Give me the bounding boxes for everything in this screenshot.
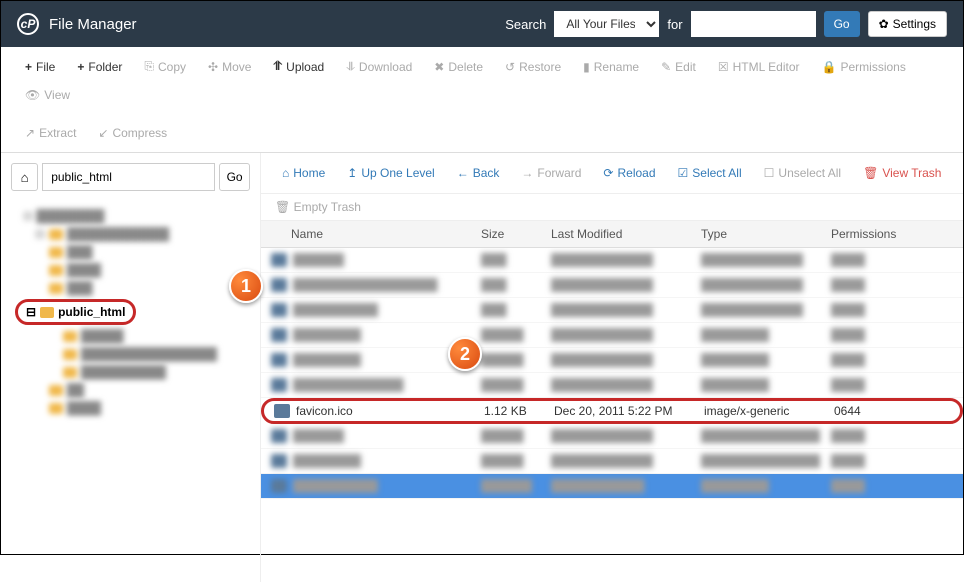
search-input[interactable] bbox=[691, 11, 816, 37]
file-list[interactable]: █████████████████████████████████████ ██… bbox=[261, 248, 963, 582]
nav-reload[interactable]: ⟳Reload bbox=[594, 161, 664, 185]
table-row[interactable]: █████████████████████████████████████ bbox=[261, 348, 963, 373]
table-row[interactable]: █████████████████████████████████████ bbox=[261, 248, 963, 273]
file-button[interactable]: +File bbox=[15, 54, 65, 80]
nav-back[interactable]: ←Back bbox=[448, 161, 509, 185]
col-permissions[interactable]: Permissions bbox=[831, 227, 911, 241]
move-button[interactable]: ✣Move bbox=[198, 54, 261, 80]
file-size: 1.12 KB bbox=[484, 404, 554, 418]
extract-button[interactable]: ↗Extract bbox=[15, 120, 86, 146]
edit-button[interactable]: ✎Edit bbox=[651, 54, 706, 80]
top-bar: cP File Manager Search All Your Files fo… bbox=[1, 1, 963, 47]
cpanel-logo-icon: cP bbox=[17, 13, 39, 35]
delete-button[interactable]: ✖Delete bbox=[424, 54, 493, 80]
path-input[interactable] bbox=[42, 163, 215, 191]
view-button[interactable]: 👁View bbox=[15, 82, 80, 108]
upload-button[interactable]: ⥣Upload bbox=[263, 53, 334, 80]
nav-view-trash[interactable]: 🗑View Trash bbox=[854, 161, 950, 185]
settings-button[interactable]: ✿Settings bbox=[868, 11, 947, 37]
file-type: image/x-generic bbox=[704, 404, 834, 418]
annotation-marker-2: 2 bbox=[448, 337, 482, 371]
folder-tree[interactable]: ⊟ ████████ ⊟ ████████████ ███ ████ ███ ⊟… bbox=[11, 203, 250, 421]
col-type[interactable]: Type bbox=[701, 227, 831, 241]
nav-forward[interactable]: →Forward bbox=[512, 161, 590, 185]
grid-header: Name Size Last Modified Type Permissions bbox=[261, 221, 963, 248]
tree-public-html[interactable]: ⊟ public_html bbox=[15, 299, 136, 325]
table-row-favicon[interactable]: favicon.ico 1.12 KB Dec 20, 2011 5:22 PM… bbox=[261, 398, 963, 424]
download-button[interactable]: ⥥Download bbox=[336, 53, 422, 80]
app-title: File Manager bbox=[49, 16, 137, 33]
file-modified: Dec 20, 2011 5:22 PM bbox=[554, 404, 704, 418]
permissions-button[interactable]: 🔒Permissions bbox=[812, 54, 916, 80]
compress-button[interactable]: ↙Compress bbox=[88, 120, 177, 146]
search-label: Search bbox=[505, 17, 546, 32]
annotation-marker-1: 1 bbox=[229, 269, 263, 303]
search-scope-select[interactable]: All Your Files bbox=[554, 11, 659, 37]
rename-button[interactable]: ▮Rename bbox=[573, 54, 649, 80]
col-name[interactable]: Name bbox=[261, 227, 481, 241]
for-label: for bbox=[667, 17, 682, 32]
nav-select-all[interactable]: ☑Select All bbox=[669, 161, 751, 185]
nav-empty-trash[interactable]: 🗑 Empty Trash bbox=[261, 194, 963, 221]
table-row[interactable]: █████████████████████████████████████ bbox=[261, 323, 963, 348]
file-name: favicon.ico bbox=[296, 404, 353, 418]
file-permissions: 0644 bbox=[834, 404, 914, 418]
file-icon bbox=[274, 404, 290, 418]
table-row[interactable]: ████████████████████████████████████████… bbox=[261, 373, 963, 398]
copy-button[interactable]: ⎘Copy bbox=[134, 53, 196, 80]
path-home-button[interactable]: ⌂ bbox=[11, 163, 38, 191]
nav-unselect-all[interactable]: ☐Unselect All bbox=[755, 161, 850, 185]
folder-button[interactable]: +Folder bbox=[67, 54, 132, 80]
nav-up[interactable]: ↥Up One Level bbox=[338, 161, 443, 185]
nav-home[interactable]: ⌂Home bbox=[273, 161, 334, 185]
table-row[interactable]: ████████████████████████████████████████… bbox=[261, 449, 963, 474]
restore-button[interactable]: ↺Restore bbox=[495, 54, 571, 80]
col-modified[interactable]: Last Modified bbox=[551, 227, 701, 241]
gear-icon: ✿ bbox=[879, 17, 889, 31]
path-go-button[interactable]: Go bbox=[219, 163, 250, 191]
table-row[interactable]: ████████████████████████████████████████… bbox=[261, 298, 963, 323]
table-row-selected[interactable]: ███████████████████████████████████████ bbox=[261, 474, 963, 499]
table-row[interactable]: ████████████████████████████████████████… bbox=[261, 424, 963, 449]
toolbar: +File +Folder ⎘Copy ✣Move ⥣Upload ⥥Downl… bbox=[1, 47, 963, 153]
table-row[interactable]: ████████████████████████████████████████… bbox=[261, 273, 963, 298]
search-go-button[interactable]: Go bbox=[824, 11, 860, 37]
nav-bar: ⌂Home ↥Up One Level ←Back →Forward ⟳Relo… bbox=[261, 153, 963, 194]
html-editor-button[interactable]: ☒HTML Editor bbox=[708, 54, 810, 80]
col-size[interactable]: Size bbox=[481, 227, 551, 241]
